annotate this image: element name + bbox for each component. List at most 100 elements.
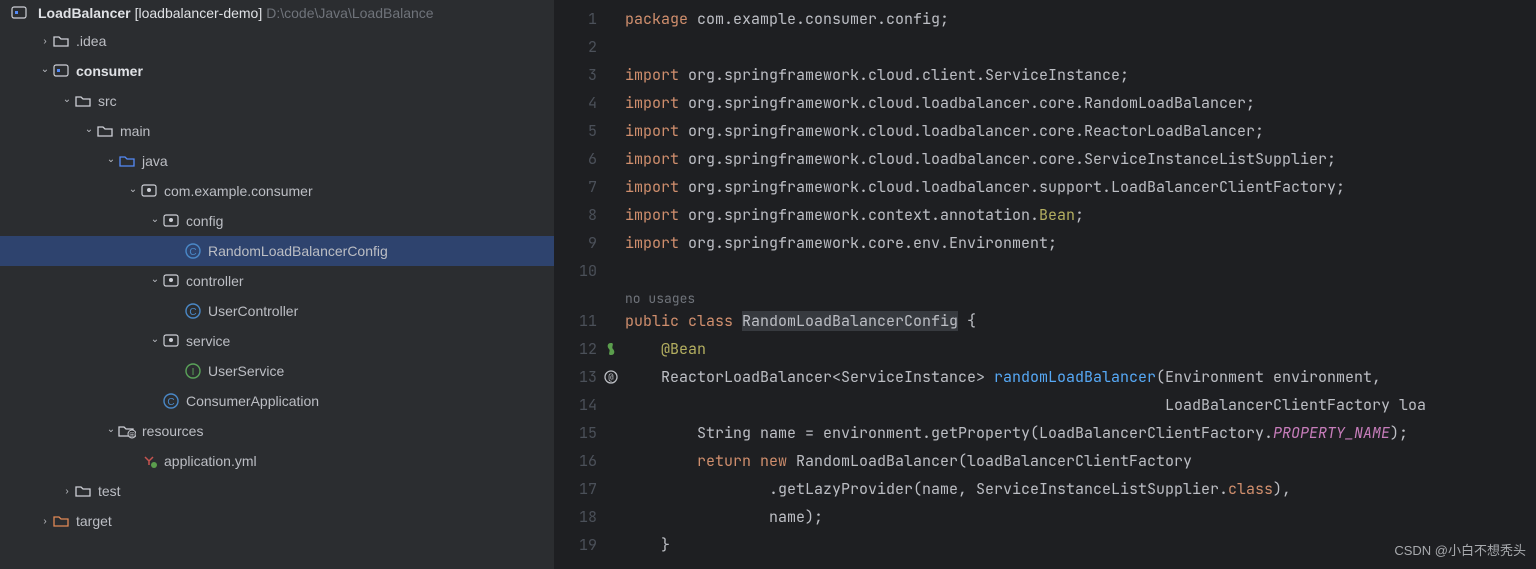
code-line[interactable]: .getLazyProvider(name, ServiceInstanceLi… bbox=[625, 475, 1536, 503]
tree-item-test[interactable]: › test bbox=[0, 476, 554, 506]
code-line[interactable]: package com.example.consumer.config; bbox=[625, 5, 1536, 33]
tree-label: application.yml bbox=[164, 453, 257, 469]
line-number: 5 bbox=[555, 117, 625, 145]
tree-label: com.example.consumer bbox=[164, 183, 313, 199]
code-line[interactable]: import org.springframework.cloud.client.… bbox=[625, 61, 1536, 89]
chevron-icon[interactable]: › bbox=[38, 516, 52, 527]
tree-item-target[interactable]: › target bbox=[0, 506, 554, 536]
tree-label: UserService bbox=[208, 363, 284, 379]
line-number: 16 bbox=[555, 447, 625, 475]
chevron-icon[interactable]: ⌄ bbox=[126, 184, 140, 195]
line-number: 1 bbox=[555, 5, 625, 33]
chevron-icon[interactable]: ⌄ bbox=[148, 334, 162, 345]
tree-label: test bbox=[98, 483, 121, 499]
tree-label: main bbox=[120, 123, 150, 139]
chevron-icon[interactable]: ⌄ bbox=[60, 94, 74, 105]
tree-item-config[interactable]: ⌄config bbox=[0, 206, 554, 236]
code-line[interactable]: import org.springframework.core.env.Envi… bbox=[625, 229, 1536, 257]
code-line[interactable]: @Bean bbox=[625, 335, 1536, 363]
tree-item-consumer[interactable]: ⌄consumer bbox=[0, 56, 554, 86]
tree-item-service[interactable]: ⌄service bbox=[0, 326, 554, 356]
yaml-icon bbox=[140, 452, 158, 470]
tree-item-com-example-consumer[interactable]: ⌄ com.example.consumer bbox=[0, 176, 554, 206]
chevron-icon[interactable]: ⌄ bbox=[148, 214, 162, 225]
code-line[interactable]: public class RandomLoadBalancerConfig { bbox=[625, 307, 1536, 335]
code-editor[interactable]: 12345678910111213@141516171819 package c… bbox=[555, 0, 1536, 569]
tree-label: UserController bbox=[208, 303, 298, 319]
code-line[interactable]: name); bbox=[625, 503, 1536, 531]
line-number: 12 bbox=[555, 335, 625, 363]
tree-label: ConsumerApplication bbox=[186, 393, 319, 409]
tree-item-java[interactable]: ⌄java bbox=[0, 146, 554, 176]
folder-target-icon bbox=[52, 512, 70, 530]
code-line[interactable]: import org.springframework.cloud.loadbal… bbox=[625, 117, 1536, 145]
tree-item-src[interactable]: ⌄ src bbox=[0, 86, 554, 116]
code-line[interactable]: LoadBalancerClientFactory loa bbox=[625, 391, 1536, 419]
tree-item-resources[interactable]: ⌄⊞resources bbox=[0, 416, 554, 446]
chevron-icon[interactable]: ⌄ bbox=[148, 274, 162, 285]
override-gutter-icon[interactable]: @ bbox=[603, 369, 619, 385]
folder-icon bbox=[74, 92, 92, 110]
editor-gutter: 12345678910111213@141516171819 bbox=[555, 0, 625, 569]
line-number: 17 bbox=[555, 475, 625, 503]
folder-icon bbox=[52, 32, 70, 50]
code-line[interactable]: import org.springframework.context.annot… bbox=[625, 201, 1536, 229]
line-number: 10 bbox=[555, 257, 625, 285]
code-line[interactable]: return new RandomLoadBalancer(loadBalanc… bbox=[625, 447, 1536, 475]
project-root-row[interactable]: LoadBalancer [loadbalancer-demo] D:\code… bbox=[0, 0, 554, 26]
svg-text:I: I bbox=[192, 367, 195, 378]
chevron-icon[interactable]: ⌄ bbox=[104, 154, 118, 165]
tree-item-main[interactable]: ⌄ main bbox=[0, 116, 554, 146]
package-icon bbox=[162, 272, 180, 290]
code-line[interactable]: ReactorLoadBalancer<ServiceInstance> ran… bbox=[625, 363, 1536, 391]
project-tree-panel[interactable]: LoadBalancer [loadbalancer-demo] D:\code… bbox=[0, 0, 555, 569]
usages-hint[interactable]: no usages bbox=[625, 285, 1536, 307]
line-number: 18 bbox=[555, 503, 625, 531]
code-line[interactable] bbox=[625, 33, 1536, 61]
code-line[interactable]: import org.springframework.cloud.loadbal… bbox=[625, 145, 1536, 173]
tree-item--idea[interactable]: ›.idea bbox=[0, 26, 554, 56]
class-icon: C bbox=[184, 302, 202, 320]
package-icon bbox=[162, 212, 180, 230]
line-number: 11 bbox=[555, 307, 625, 335]
line-number: 15 bbox=[555, 419, 625, 447]
tree-label: RandomLoadBalancerConfig bbox=[208, 243, 388, 259]
class-icon: C bbox=[162, 392, 180, 410]
line-number: 19 bbox=[555, 531, 625, 559]
line-number: 2 bbox=[555, 33, 625, 61]
folder-src-icon bbox=[118, 152, 136, 170]
chevron-icon[interactable]: ⌄ bbox=[38, 64, 52, 75]
class-icon: C bbox=[184, 242, 202, 260]
tree-item-RandomLoadBalancerConfig[interactable]: C RandomLoadBalancerConfig bbox=[0, 236, 554, 266]
package-icon bbox=[162, 332, 180, 350]
chevron-icon[interactable]: ⌄ bbox=[82, 124, 96, 135]
folder-res-icon: ⊞ bbox=[118, 422, 136, 440]
interface-icon: I bbox=[184, 362, 202, 380]
tree-item-UserService[interactable]: I UserService bbox=[0, 356, 554, 386]
tree-item-ConsumerApplication[interactable]: C ConsumerApplication bbox=[0, 386, 554, 416]
project-name: LoadBalancer bbox=[38, 5, 131, 21]
code-line[interactable]: import org.springframework.cloud.loadbal… bbox=[625, 173, 1536, 201]
tree-item-application-yml[interactable]: application.yml bbox=[0, 446, 554, 476]
line-number: 7 bbox=[555, 173, 625, 201]
svg-text:@: @ bbox=[608, 371, 614, 383]
bean-gutter-icon[interactable] bbox=[603, 341, 619, 357]
tree-item-controller[interactable]: ⌄controller bbox=[0, 266, 554, 296]
line-number: 6 bbox=[555, 145, 625, 173]
tree-item-UserController[interactable]: C UserController bbox=[0, 296, 554, 326]
chevron-icon[interactable]: ⌄ bbox=[104, 424, 118, 435]
code-line[interactable] bbox=[625, 257, 1536, 285]
chevron-icon[interactable]: › bbox=[38, 36, 52, 47]
chevron-icon[interactable]: › bbox=[60, 486, 74, 497]
code-line[interactable]: String name = environment.getProperty(Lo… bbox=[625, 419, 1536, 447]
code-line[interactable]: } bbox=[625, 531, 1536, 559]
line-number: 3 bbox=[555, 61, 625, 89]
tree-label: target bbox=[76, 513, 112, 529]
svg-text:C: C bbox=[189, 307, 196, 318]
tree-label: src bbox=[98, 93, 117, 109]
code-line[interactable]: import org.springframework.cloud.loadbal… bbox=[625, 89, 1536, 117]
package-icon bbox=[140, 182, 158, 200]
editor-code-area[interactable]: package com.example.consumer.config; impo… bbox=[625, 0, 1536, 569]
line-number: 14 bbox=[555, 391, 625, 419]
line-number: 4 bbox=[555, 89, 625, 117]
